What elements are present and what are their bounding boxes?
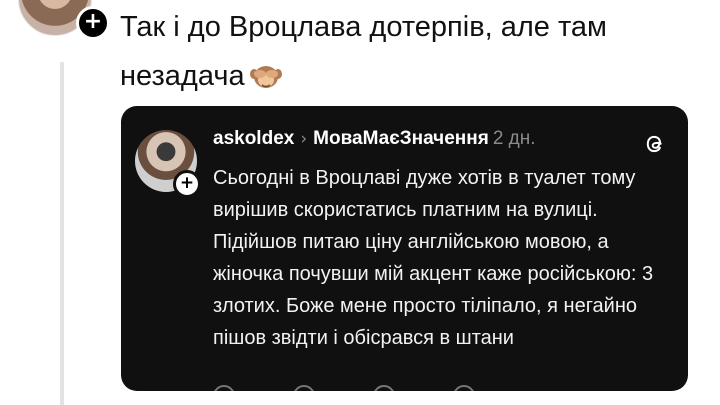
share-icon[interactable] [453, 385, 475, 391]
quoted-post-card[interactable]: + askoldex › МоваМаєЗначення 2 дн. Сьогодні… [121, 106, 688, 391]
post-time: 2 дн. [492, 128, 536, 149]
post-text: Так і до Вроцлава дотерпів, але там неза… [120, 3, 710, 106]
thread-line [60, 62, 64, 405]
quoted-username[interactable]: askoldex [213, 128, 294, 149]
community-name[interactable]: МоваМаєЗначення [313, 128, 489, 149]
quoted-post-body: Сьогодні в Вроцлаві дуже хотів в туалет … [213, 167, 654, 349]
threads-logo-icon[interactable] [643, 132, 667, 156]
chevron-right-icon: › [300, 129, 308, 149]
post-body: Так і до Вроцлава дотерпів, але там неза… [120, 11, 607, 92]
see-no-evil-monkey-icon [249, 57, 283, 106]
like-icon[interactable] [213, 385, 235, 391]
quoted-post-actions [213, 385, 475, 391]
quoted-post-header: askoldex › МоваМаєЗначення 2 дн. [213, 128, 536, 150]
comment-icon[interactable] [293, 385, 315, 391]
follow-plus-icon[interactable]: + [173, 170, 201, 198]
repost-icon[interactable] [373, 385, 395, 391]
follow-plus-icon[interactable]: + [76, 6, 110, 40]
